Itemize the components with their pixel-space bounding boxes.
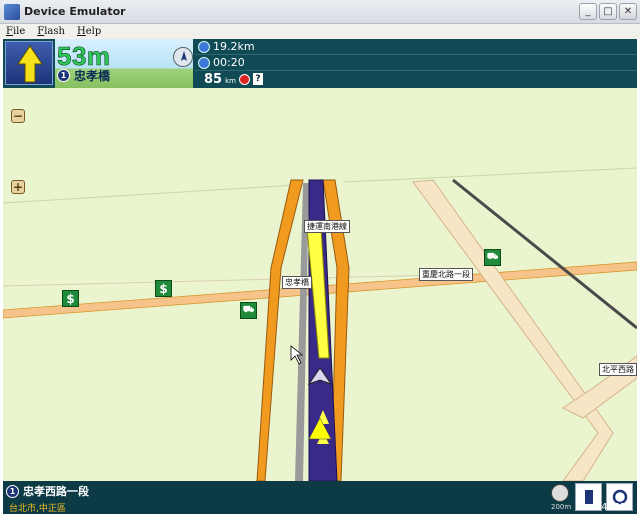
current-district: 台北市,中正區 bbox=[9, 504, 66, 514]
maneuver-arrow-icon[interactable] bbox=[5, 41, 53, 85]
road-shield-icon: 1 bbox=[6, 484, 19, 498]
clock-icon bbox=[198, 56, 210, 69]
atm-poi-icon[interactable]: $ bbox=[62, 290, 79, 307]
map-scale: 200m bbox=[551, 503, 572, 511]
label-beiping-west-road: 北平西路 bbox=[599, 363, 637, 376]
remaining-distance: 19.2km bbox=[213, 40, 255, 53]
speed-unit: km bbox=[225, 77, 236, 85]
close-button[interactable]: ✕ bbox=[619, 3, 637, 20]
title-bar: Device Emulator _ □ ✕ bbox=[0, 0, 640, 24]
window-title: Device Emulator bbox=[24, 5, 126, 18]
next-road-name: 忠孝橋 bbox=[74, 69, 111, 83]
menu-file[interactable]: File bbox=[6, 26, 25, 37]
zoom-in-button[interactable]: + bbox=[11, 180, 25, 194]
eta-time: 00:20 bbox=[213, 56, 245, 69]
maximize-button[interactable]: □ bbox=[599, 3, 617, 20]
help-icon[interactable]: ? bbox=[252, 73, 263, 85]
build-id: #47277 bbox=[592, 502, 633, 513]
menu-flash[interactable]: Flash bbox=[37, 26, 65, 37]
road-shield-icon: 1 bbox=[57, 69, 70, 82]
car-service-poi-icon[interactable]: ⛟ bbox=[484, 249, 501, 266]
car-service-poi-icon[interactable]: ⛟ bbox=[240, 302, 257, 319]
home-icon bbox=[198, 40, 210, 53]
map-roads bbox=[3, 167, 637, 481]
map-view[interactable]: − + 捷運南港線 忠孝橋 重慶北路一段 北平西路 $ $ ⛟ ⛟ bbox=[3, 88, 637, 481]
menu-bar: File Flash Help bbox=[0, 24, 640, 39]
compass-icon[interactable] bbox=[173, 47, 193, 67]
app-icon bbox=[4, 3, 20, 20]
menu-help[interactable]: Help bbox=[77, 26, 101, 37]
bottom-bar: 1 忠孝西路一段 台北市,中正區 200m #47277 bbox=[3, 481, 637, 514]
trip-stats: 19.2km 00:20 85 km ? bbox=[195, 39, 637, 88]
current-speed: 85 bbox=[204, 71, 223, 87]
nav-header: 53m 1 忠孝橋 19.2km 00:20 85 km ? bbox=[3, 39, 637, 88]
label-mrt-line: 捷運南港線 bbox=[304, 220, 350, 233]
label-zhongxiao-bridge: 忠孝橋 bbox=[282, 276, 312, 289]
scale-compass-icon[interactable] bbox=[551, 484, 569, 502]
zoom-out-button[interactable]: − bbox=[11, 109, 25, 123]
speed-camera-icon bbox=[238, 73, 250, 85]
minimize-button[interactable]: _ bbox=[579, 3, 597, 20]
atm-poi-icon[interactable]: $ bbox=[155, 280, 172, 297]
current-street: 忠孝西路一段 bbox=[23, 485, 89, 498]
label-chongqing-north-road: 重慶北路一段 bbox=[419, 268, 473, 281]
